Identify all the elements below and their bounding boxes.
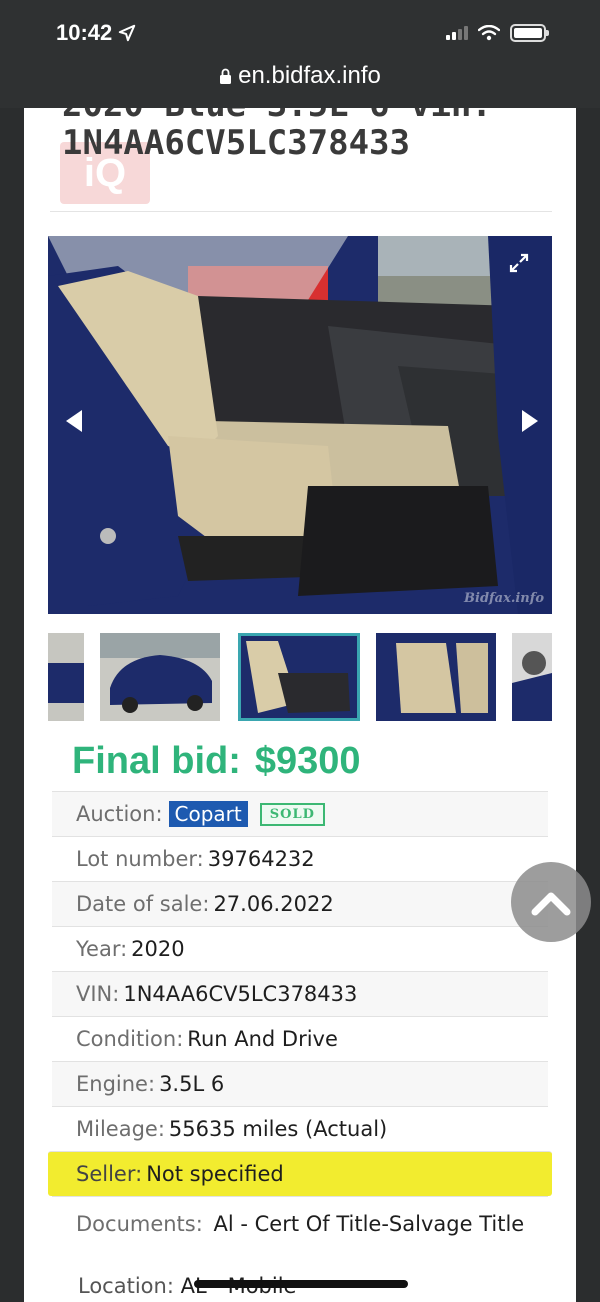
detail-row-documents: Documents: Al - Cert Of Title-Salvage Ti… — [52, 1196, 548, 1278]
final-bid: Final bid: $9300 — [72, 740, 361, 783]
status-time: 10:42 — [56, 20, 136, 46]
auction-copart-link[interactable]: Copart — [168, 801, 248, 827]
battery-icon — [510, 24, 549, 42]
thumbnail-3[interactable] — [238, 633, 360, 721]
location-arrow-icon — [119, 24, 136, 42]
condition-label: Condition: — [76, 1027, 184, 1051]
scroll-to-top-button[interactable] — [511, 862, 591, 942]
chevron-up-icon — [531, 892, 571, 916]
page-title-line2: 1N4AA6CV5LC378433 — [62, 123, 410, 163]
page-title: 2020 Blue 3.5L 6 vin: 1N4AA6CV5LC378433 — [62, 108, 492, 162]
thumbnail-5[interactable] — [512, 633, 552, 721]
chevron-right-icon[interactable] — [522, 410, 538, 432]
engine-label: Engine: — [76, 1072, 156, 1096]
documents-label: Documents: — [76, 1212, 203, 1236]
lock-icon — [220, 68, 232, 84]
date-value: 27.06.2022 — [213, 892, 334, 916]
final-bid-amount: $9300 — [254, 740, 361, 782]
vin-value: 1N4AA6CV5LC378433 — [123, 982, 358, 1006]
listing-page: iQ 2020 Blue 3.5L 6 vin: 1N4AA6CV5LC3784… — [24, 108, 576, 1302]
thumbnail-4[interactable] — [376, 633, 496, 721]
condition-value: Run And Drive — [187, 1027, 338, 1051]
status-icons — [446, 24, 549, 42]
auction-label: Auction: — [76, 802, 163, 826]
photo-watermark: Bidfax.info — [464, 591, 544, 606]
detail-row-lot: Lot number: 39764232 — [52, 836, 548, 881]
engine-value: 3.5L 6 — [159, 1072, 225, 1096]
detail-row-date: Date of sale: 27.06.2022 — [52, 881, 548, 926]
thumbnail-2[interactable] — [100, 633, 220, 721]
mileage-value: 55635 miles (Actual) — [168, 1117, 388, 1141]
detail-row-vin: VIN: 1N4AA6CV5LC378433 — [52, 971, 548, 1016]
date-label: Date of sale: — [76, 892, 210, 916]
seller-value: Not specified — [146, 1162, 284, 1186]
detail-row-mileage: Mileage: 55635 miles (Actual) — [52, 1106, 548, 1151]
year-value: 2020 — [131, 937, 185, 961]
status-time-text: 10:42 — [56, 20, 113, 45]
documents-value: Al - Cert Of Title-Salvage Title — [213, 1212, 525, 1236]
detail-row-seller: Seller: Not specified — [48, 1151, 552, 1196]
browser-top-bar: 10:42 en.bidfax.info — [0, 0, 600, 108]
final-bid-label: Final bid: — [72, 740, 241, 782]
thumbnail-1[interactable] — [48, 633, 84, 721]
divider — [50, 211, 552, 212]
details-table: Auction: Copart SOLD Lot number: 3976423… — [48, 791, 552, 1278]
seller-label: Seller: — [76, 1162, 143, 1186]
detail-row-year: Year: 2020 — [52, 926, 548, 971]
lot-value: 39764232 — [207, 847, 315, 871]
expand-icon[interactable] — [508, 252, 530, 274]
location-label: Location: — [78, 1274, 174, 1298]
car-interior-image — [48, 236, 552, 614]
vin-label: VIN: — [76, 982, 120, 1006]
thumbnail-strip — [48, 633, 552, 721]
address-bar[interactable]: en.bidfax.info — [0, 62, 600, 90]
detail-row-auction: Auction: Copart SOLD — [52, 791, 548, 836]
home-indicator — [194, 1280, 408, 1288]
lot-label: Lot number: — [76, 847, 204, 871]
year-label: Year: — [76, 937, 128, 961]
mileage-label: Mileage: — [76, 1117, 165, 1141]
url-text: en.bidfax.info — [238, 62, 381, 89]
sold-badge: SOLD — [259, 802, 325, 826]
signal-icon — [446, 26, 468, 40]
main-photo[interactable]: Bidfax.info — [48, 236, 552, 614]
chevron-left-icon[interactable] — [66, 410, 82, 432]
detail-row-condition: Condition: Run And Drive — [52, 1016, 548, 1061]
detail-row-engine: Engine: 3.5L 6 — [52, 1061, 548, 1106]
wifi-icon — [478, 25, 500, 41]
